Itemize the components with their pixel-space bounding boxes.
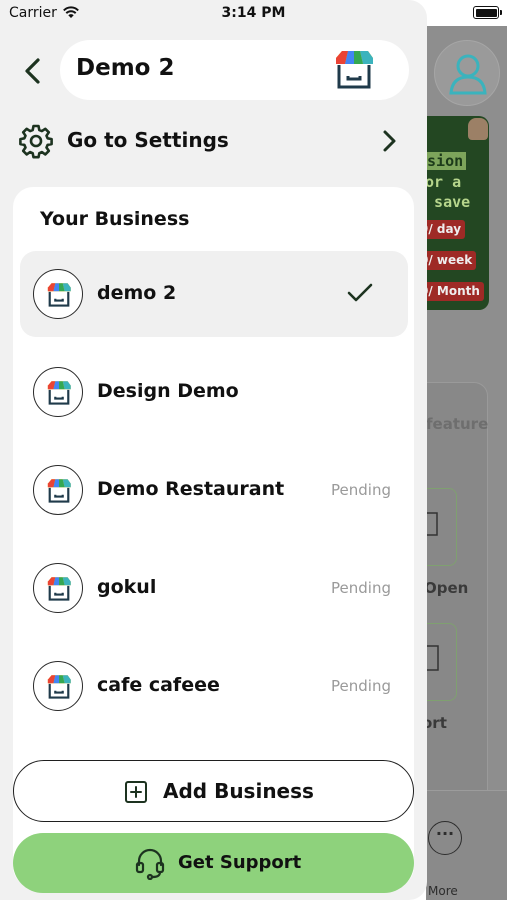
business-heading: Your Business [40, 208, 190, 230]
headset-icon [135, 848, 165, 884]
tab-more-label: More [428, 884, 458, 898]
feature-heading: feature [426, 415, 489, 433]
get-support-label: Get Support [178, 852, 302, 873]
business-name: Demo Restaurant [97, 478, 285, 500]
user-icon [449, 54, 487, 95]
price-tag-month: 0/ Month [426, 282, 484, 301]
status-bar: Carrier 3:14 PM [0, 0, 507, 28]
price-tag-week: 0/ week [426, 251, 477, 270]
plus-square-icon [124, 780, 148, 808]
status-badge: Pending [331, 579, 391, 597]
settings-label: Go to Settings [67, 128, 229, 152]
door-icon [426, 512, 438, 536]
back-button[interactable] [14, 52, 52, 90]
business-name: demo 2 [97, 282, 177, 304]
check-icon [346, 282, 374, 308]
promo-line-3: t save [426, 193, 471, 211]
status-badge: Pending [331, 677, 391, 695]
business-name: cafe cafeee [97, 674, 220, 696]
battery-icon [473, 6, 502, 19]
add-business-label: Add Business [163, 779, 314, 803]
report-label: ort [426, 714, 447, 732]
gear-icon [18, 123, 54, 163]
store-logo [333, 49, 375, 95]
features-card [426, 382, 488, 852]
store-icon [33, 465, 83, 515]
open-tile[interactable] [426, 488, 457, 566]
business-name: gokul [97, 576, 157, 598]
get-support-button[interactable]: Get Support [13, 833, 414, 893]
report-tile[interactable] [426, 623, 457, 701]
store-icon [33, 563, 83, 613]
price-tag-day: 9/ day [426, 220, 466, 239]
hand-icon [468, 118, 488, 140]
add-business-button[interactable]: Add Business [13, 760, 414, 822]
open-label: Open [426, 579, 469, 597]
profile-avatar[interactable] [434, 40, 500, 106]
promo-banner[interactable]: usion for a t save 9/ day 0/ week 0/ Mon… [426, 116, 489, 310]
page-title: Demo 2 [76, 55, 175, 81]
tab-bar: ··· More [426, 790, 507, 900]
business-name: Design Demo [97, 380, 239, 402]
business-item[interactable]: cafe cafeee Pending [20, 643, 408, 729]
business-item[interactable]: gokul Pending [20, 545, 408, 631]
report-icon [426, 645, 439, 671]
promo-line-1: usion [426, 152, 467, 170]
go-to-settings-button[interactable]: Go to Settings [14, 118, 410, 164]
status-badge: Pending [331, 481, 391, 499]
business-item[interactable]: Demo Restaurant Pending [20, 447, 408, 533]
clock: 3:14 PM [221, 5, 286, 21]
business-item[interactable]: Design Demo [20, 349, 408, 435]
business-item[interactable]: demo 2 [20, 251, 408, 337]
promo-line-2: for a [426, 173, 462, 191]
store-icon [33, 661, 83, 711]
store-icon [33, 367, 83, 417]
business-drawer: Demo 2 Go to Settings Your Business demo… [0, 0, 427, 900]
more-icon[interactable]: ··· [428, 821, 462, 855]
chevron-right-icon [378, 128, 400, 158]
chevron-left-icon [25, 58, 40, 84]
background-screen: usion for a t save 9/ day 0/ week 0/ Mon… [426, 26, 507, 900]
store-icon [33, 269, 83, 319]
